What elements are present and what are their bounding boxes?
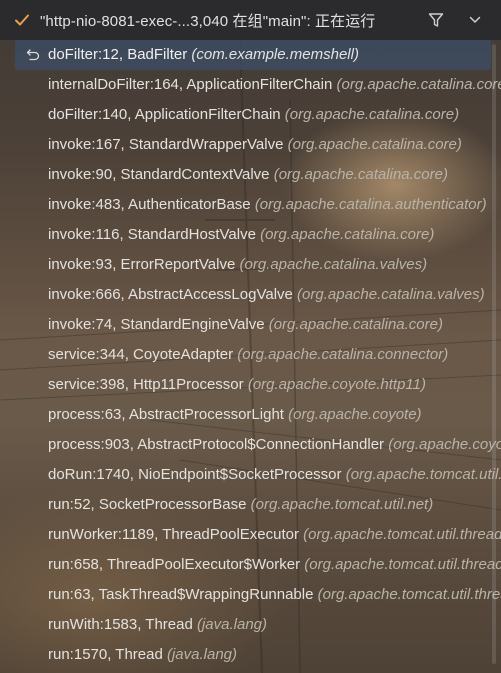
frame-method: process:63, AbstractProcessorLight	[48, 406, 284, 423]
frame-method: run:52, SocketProcessorBase	[48, 496, 247, 513]
frame-package: (org.apache.catalina.authenticator)	[254, 196, 487, 213]
frame-method: invoke:93, ErrorReportValve	[48, 256, 236, 273]
return-arrow-icon	[26, 49, 40, 61]
check-icon	[15, 14, 29, 26]
frame-method: run:1570, Thread	[48, 646, 163, 663]
frame-method: invoke:666, AbstractAccessLogValve	[48, 286, 293, 303]
frame-package: (org.apache.catalina.core)	[287, 136, 462, 153]
debugger-frames-panel: "http-nio-8081-exec-...3,040 在组"main": 正…	[0, 0, 501, 673]
thread-title: "http-nio-8081-exec-...3,040 在组"main": 正…	[40, 12, 376, 30]
frame-method: invoke:74, StandardEngineValve	[48, 316, 265, 333]
frame-package: (org.apache.tomcat.util.net)	[250, 496, 434, 513]
frame-method: run:658, ThreadPoolExecutor$Worker	[48, 556, 301, 573]
frame-package: (java.lang)	[166, 646, 238, 663]
frame-package: (org.apache.tomcat.util.threads)	[304, 556, 501, 573]
frame-package: (org.apache.tomcat.util.threads)	[317, 586, 501, 603]
stack-frame[interactable]: run:63, TaskThread$WrappingRunnable (org…	[0, 580, 501, 610]
stack-frame[interactable]: invoke:74, StandardEngineValve (org.apac…	[0, 310, 501, 340]
frame-method: doFilter:140, ApplicationFilterChain	[48, 106, 281, 123]
chevron-down-icon[interactable]	[468, 14, 482, 26]
frame-method: invoke:90, StandardContextValve	[48, 166, 270, 183]
stack-frame[interactable]: runWorker:1189, ThreadPoolExecutor (org.…	[0, 520, 501, 550]
stack-frame[interactable]: runWith:1583, Thread (java.lang)	[0, 610, 501, 640]
frame-method: runWith:1583, Thread	[48, 616, 193, 633]
frame-package: (org.apache.coyote.http11)	[247, 376, 426, 393]
frame-package: (org.apache.tomcat.util.net)	[345, 466, 501, 483]
frame-package: (com.example.memshell)	[191, 46, 359, 63]
stack-frame[interactable]: doRun:1740, NioEndpoint$SocketProcessor …	[0, 460, 501, 490]
stack-frame[interactable]: invoke:93, ErrorReportValve (org.apache.…	[0, 250, 501, 280]
stack-frame[interactable]: invoke:666, AbstractAccessLogValve (org.…	[0, 280, 501, 310]
frame-package: (org.apache.tomcat.util.threads)	[303, 526, 501, 543]
stack-frame[interactable]: invoke:90, StandardContextValve (org.apa…	[0, 160, 501, 190]
scrollbar[interactable]	[492, 44, 496, 664]
frame-package: (org.apache.catalina.core)	[260, 226, 435, 243]
frame-method: run:63, TaskThread$WrappingRunnable	[48, 586, 314, 603]
stack-frame[interactable]: invoke:167, StandardWrapperValve (org.ap…	[0, 130, 501, 160]
stack-frame[interactable]: process:903, AbstractProtocol$Connection…	[0, 430, 501, 460]
frame-method: invoke:483, AuthenticatorBase	[48, 196, 251, 213]
frame-method: internalDoFilter:164, ApplicationFilterC…	[48, 76, 333, 93]
stack-frame[interactable]: run:658, ThreadPoolExecutor$Worker (org.…	[0, 550, 501, 580]
frame-package: (org.apache.catalina.valves)	[297, 286, 485, 303]
frame-package: (java.lang)	[196, 616, 268, 633]
stack-frame[interactable]: invoke:116, StandardHostValve (org.apach…	[0, 220, 501, 250]
frame-package: (org.apache.coyote)	[388, 436, 501, 453]
frame-method: invoke:116, StandardHostValve	[48, 226, 256, 243]
stack-frames-list: doFilter:12, BadFilter (com.example.mems…	[0, 40, 501, 670]
frame-method: invoke:167, StandardWrapperValve	[48, 136, 284, 153]
stack-frame-selected[interactable]: doFilter:12, BadFilter (com.example.mems…	[15, 40, 491, 70]
frame-method: runWorker:1189, ThreadPoolExecutor	[48, 526, 299, 543]
frame-method: doFilter:12, BadFilter	[48, 46, 188, 63]
frame-method: process:903, AbstractProtocol$Connection…	[48, 436, 385, 453]
frame-method: service:344, CoyoteAdapter	[48, 346, 234, 363]
frame-package: (org.apache.catalina.core)	[268, 316, 443, 333]
frame-package: (org.apache.catalina.core)	[284, 106, 460, 123]
stack-frame[interactable]: doFilter:140, ApplicationFilterChain (or…	[0, 100, 501, 130]
thread-header[interactable]: "http-nio-8081-exec-...3,040 在组"main": 正…	[0, 0, 501, 40]
stack-frame[interactable]: run:1570, Thread (java.lang)	[0, 640, 501, 670]
stack-frame[interactable]: service:398, Http11Processor (org.apache…	[0, 370, 501, 400]
filter-icon[interactable]	[428, 12, 444, 28]
frame-package: (org.apache.catalina.connector)	[237, 346, 449, 363]
stack-frame[interactable]: run:52, SocketProcessorBase (org.apache.…	[0, 490, 501, 520]
frame-package: (org.apache.catalina.valves)	[239, 256, 428, 273]
frame-method: doRun:1740, NioEndpoint$SocketProcessor	[48, 466, 342, 483]
stack-frame[interactable]: service:344, CoyoteAdapter (org.apache.c…	[0, 340, 501, 370]
frame-package: (org.apache.coyote)	[288, 406, 422, 423]
frame-package: (org.apache.catalina.core)	[336, 76, 501, 93]
stack-frame[interactable]: internalDoFilter:164, ApplicationFilterC…	[0, 70, 501, 100]
frame-method: service:398, Http11Processor	[48, 376, 244, 393]
frame-package: (org.apache.catalina.core)	[273, 166, 448, 183]
stack-frame[interactable]: invoke:483, AuthenticatorBase (org.apach…	[0, 190, 501, 220]
stack-frame[interactable]: process:63, AbstractProcessorLight (org.…	[0, 400, 501, 430]
